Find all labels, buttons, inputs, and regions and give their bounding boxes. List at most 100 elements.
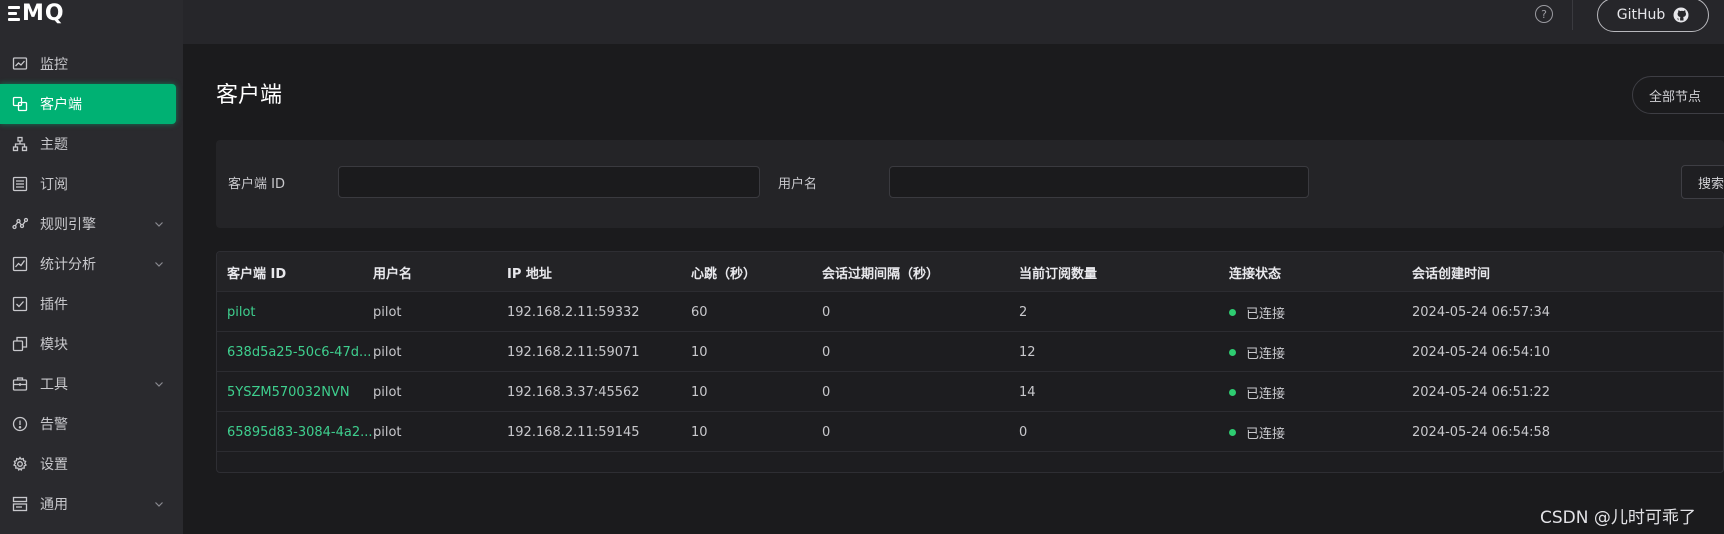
column-header[interactable]: 当前订阅数量 — [1019, 252, 1097, 292]
sidebar-item-3[interactable]: 订阅 — [0, 164, 183, 204]
clients-icon — [12, 96, 28, 112]
search-button-label: 搜索 — [1698, 176, 1724, 192]
sidebar-item-8[interactable]: 工具 — [0, 364, 183, 404]
table-cell-status: 已连接 — [1229, 332, 1285, 372]
table-cell-username: pilot — [373, 304, 402, 320]
table-cell-created: 2024-05-24 06:54:58 — [1412, 424, 1551, 440]
column-header[interactable]: 客户端 ID — [227, 252, 286, 292]
sidebar-item-1[interactable]: 客户端 — [0, 84, 176, 124]
column-header[interactable]: IP 地址 — [507, 252, 552, 292]
sidebar-item-11[interactable]: 通用 — [0, 484, 183, 524]
sidebar-item-label: 客户端 — [40, 97, 82, 113]
table-cell-username: pilot — [373, 384, 402, 400]
table-cell-expiry: 0 — [822, 304, 831, 320]
connected-status-dot — [1229, 428, 1236, 436]
table-cell-created: 2024-05-24 06:57:34 — [1412, 304, 1551, 320]
emq-logo[interactable]: MQ — [8, 0, 65, 26]
clients-table: 客户端 ID 用户名 IP 地址 心跳（秒） 会话过期间隔（秒） 当前订阅数量 连接状态 会话… — [216, 251, 1724, 473]
module-copy-icon — [12, 336, 28, 352]
table-cell-ip: 192.168.3.37:45562 — [507, 384, 640, 400]
table-cell-ip: 192.168.2.11:59145 — [507, 424, 640, 440]
search-button[interactable]: 搜索 — [1681, 165, 1724, 199]
plugin-check-icon — [12, 296, 28, 312]
table-cell-created: 2024-05-24 06:51:22 — [1412, 384, 1551, 400]
toolbox-icon — [12, 376, 28, 392]
logo-mark-icon — [8, 5, 20, 21]
connected-status-dot — [1229, 388, 1236, 396]
chevron-down-icon — [155, 502, 163, 507]
client-id-input[interactable] — [338, 166, 760, 198]
sidebar-item-label: 规则引擎 — [40, 217, 96, 233]
analytics-icon — [12, 256, 28, 272]
table-cell-status: 已连接 — [1229, 292, 1285, 332]
sidebar-item-5[interactable]: 统计分析 — [0, 244, 183, 284]
table-cell-keepalive: 10 — [691, 424, 708, 440]
status-text: 已连接 — [1246, 346, 1286, 362]
help-icon[interactable]: ? — [1535, 5, 1553, 23]
table-row: pilot pilot 192.168.2.11:59332 60 0 2 已连接 2024-… — [217, 292, 1723, 332]
node-select[interactable]: 全部节点 — [1632, 76, 1724, 114]
table-cell-created: 2024-05-24 06:54:10 — [1412, 344, 1551, 360]
username-input[interactable] — [889, 166, 1309, 198]
node-select-value: 全部节点 — [1649, 89, 1702, 105]
status-text: 已连接 — [1246, 386, 1286, 402]
sidebar-item-label: 统计分析 — [40, 257, 96, 273]
client-id-link[interactable]: 5YSZM570032NVN — [227, 372, 350, 412]
sidebar: MQ 监控客户端主题订阅规则引擎统计分析插件模块工具告警设置通用 — [0, 0, 183, 534]
table-cell-keepalive: 60 — [691, 304, 708, 320]
column-header[interactable]: 会话过期间隔（秒） — [822, 252, 939, 292]
sidebar-item-label: 设置 — [40, 457, 68, 473]
general-icon — [12, 496, 28, 512]
sidebar-item-label: 模块 — [40, 337, 68, 353]
column-header[interactable]: 用户名 — [373, 252, 412, 292]
client-id-link[interactable]: 65895d83-3084-4a2... — [227, 412, 373, 452]
table-cell-username: pilot — [373, 424, 402, 440]
sidebar-nav: 监控客户端主题订阅规则引擎统计分析插件模块工具告警设置通用 — [0, 44, 183, 524]
github-label: GitHub — [1616, 7, 1666, 23]
table-cell-subs: 12 — [1019, 344, 1036, 360]
sidebar-item-label: 工具 — [40, 377, 68, 393]
table-cell-expiry: 0 — [822, 344, 831, 360]
table-cell-ip: 192.168.2.11:59332 — [507, 304, 640, 320]
table-cell-subs: 2 — [1019, 304, 1028, 320]
sidebar-item-0[interactable]: 监控 — [0, 44, 183, 84]
table-row: 638d5a25-50c6-47d... pilot 192.168.2.11:59… — [217, 332, 1723, 372]
client-id-link[interactable]: 638d5a25-50c6-47d... — [227, 332, 371, 372]
sidebar-item-10[interactable]: 设置 — [0, 444, 183, 484]
username-label: 用户名 — [778, 177, 818, 192]
monitor-chart-icon — [12, 56, 28, 72]
client-id-link[interactable]: pilot — [227, 292, 256, 332]
connected-status-dot — [1229, 308, 1236, 316]
table-row: 5YSZM570032NVN pilot 192.168.3.37:45562 10 0… — [217, 372, 1723, 412]
sidebar-item-label: 订阅 — [40, 177, 68, 193]
github-icon — [1673, 7, 1689, 23]
sidebar-item-2[interactable]: 主题 — [0, 124, 183, 164]
sidebar-item-9[interactable]: 告警 — [0, 404, 183, 444]
top-header — [183, 0, 1724, 44]
table-cell-status: 已连接 — [1229, 372, 1285, 412]
table-cell-ip: 192.168.2.11:59071 — [507, 344, 640, 360]
logo-text: MQ — [22, 0, 65, 26]
sidebar-item-label: 通用 — [40, 497, 68, 513]
table-cell-username: pilot — [373, 344, 402, 360]
column-header[interactable]: 会话创建时间 — [1412, 252, 1490, 292]
chevron-down-icon — [155, 382, 163, 387]
sidebar-item-4[interactable]: 规则引擎 — [0, 204, 183, 244]
table-cell-expiry: 0 — [822, 424, 831, 440]
column-header[interactable]: 心跳（秒） — [691, 252, 756, 292]
sidebar-item-7[interactable]: 模块 — [0, 324, 183, 364]
connected-status-dot — [1229, 348, 1236, 356]
table-cell-expiry: 0 — [822, 384, 831, 400]
status-text: 已连接 — [1246, 426, 1286, 442]
status-text: 已连接 — [1246, 306, 1286, 322]
table-row: 65895d83-3084-4a2... pilot 192.168.2.11:59… — [217, 412, 1723, 452]
sidebar-item-label: 告警 — [40, 417, 68, 433]
rule-engine-icon — [12, 216, 28, 232]
subscription-list-icon — [12, 176, 28, 192]
github-button[interactable]: GitHub — [1597, 0, 1709, 32]
table-header-row: 客户端 ID 用户名 IP 地址 心跳（秒） 会话过期间隔（秒） 当前订阅数量 连接状态 会话… — [217, 252, 1723, 292]
alert-icon — [12, 416, 28, 432]
sidebar-item-6[interactable]: 插件 — [0, 284, 183, 324]
column-header[interactable]: 连接状态 — [1229, 252, 1281, 292]
client-id-label: 客户端 ID — [228, 177, 285, 192]
